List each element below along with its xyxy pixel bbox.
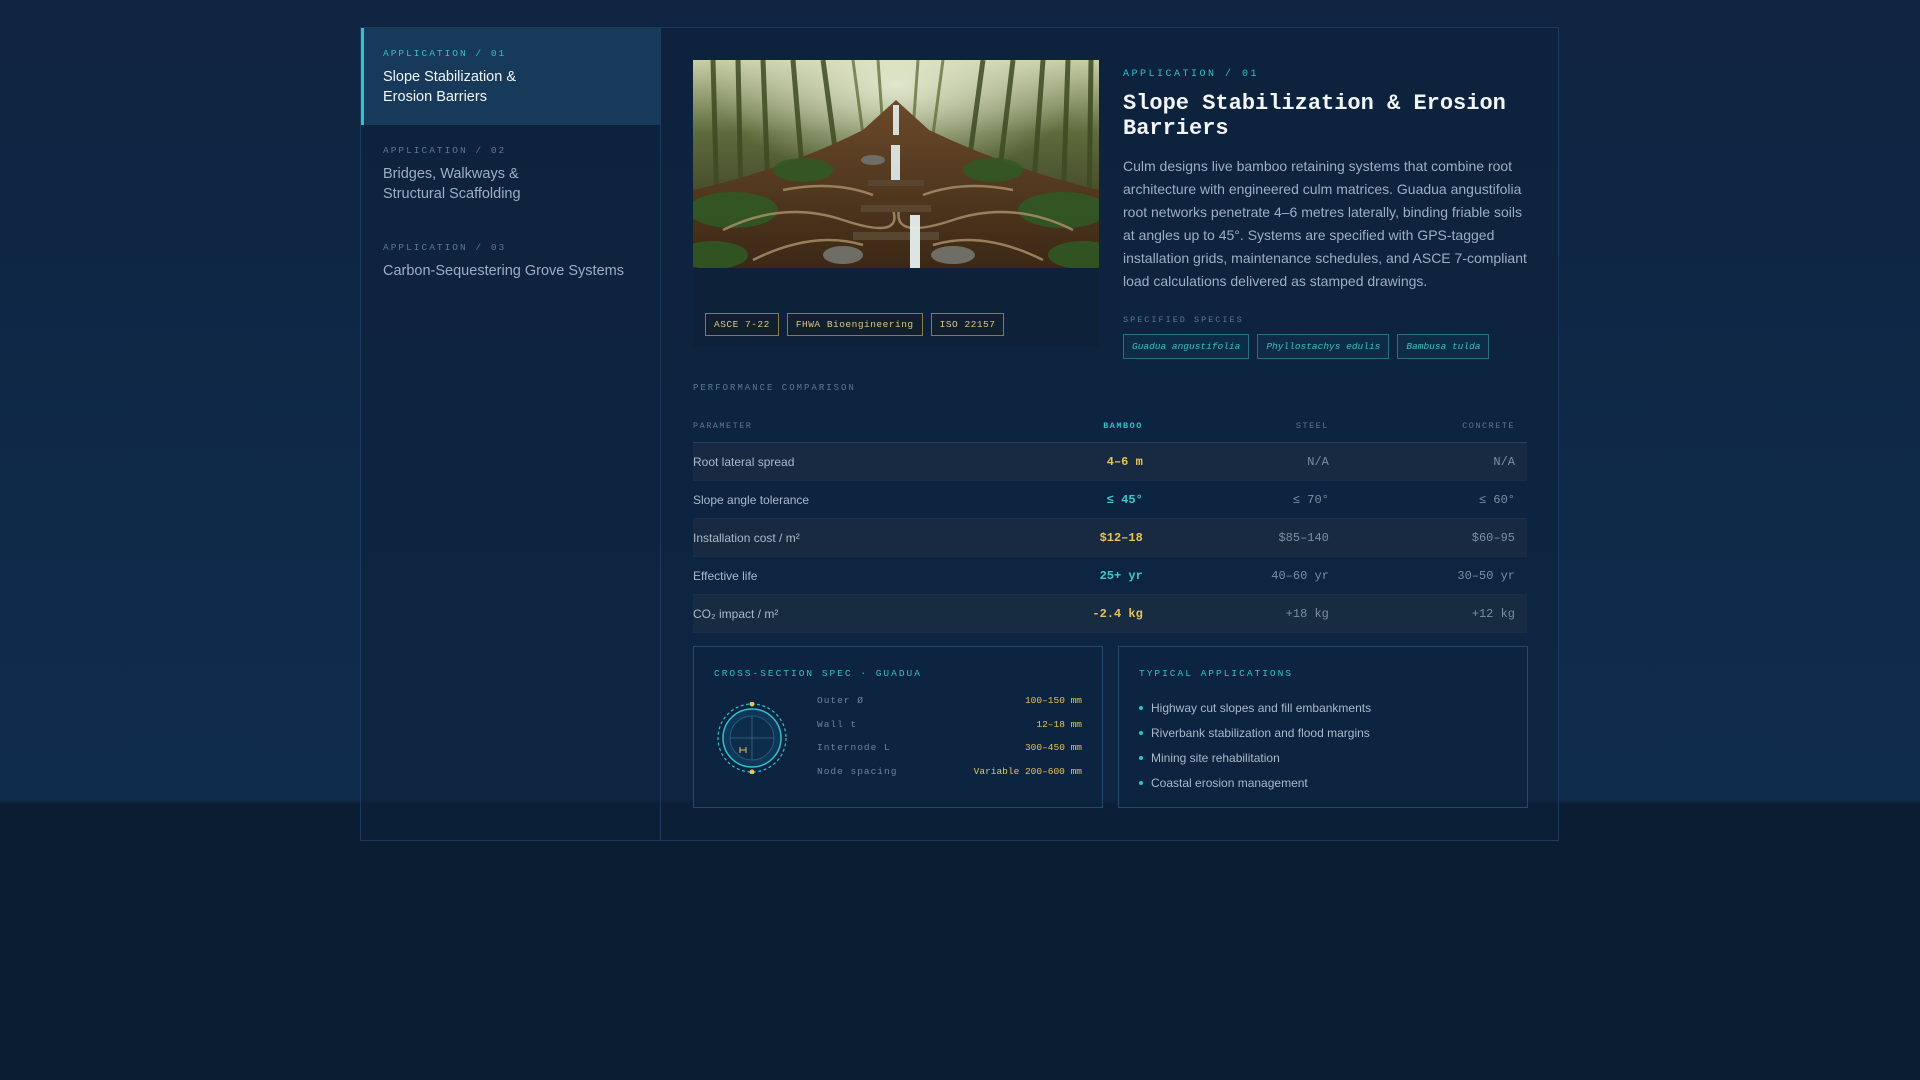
standards-tags: ASCE 7-22 FHWA Bioengineering ISO 22157 xyxy=(705,313,1005,336)
table-row: Installation cost / m² $12–18 $85–140 $6… xyxy=(693,518,1527,557)
sidebar-item-title-line: Bridges, Walkways & xyxy=(383,166,519,182)
application-detail-main: ASCE 7-22 FHWA Bioengineering ISO 22157 … xyxy=(661,28,1558,840)
application-kicker: APPLICATION / 01 xyxy=(1123,69,1260,80)
spec-row: Outer Ø 100–150 mm xyxy=(817,695,1082,719)
parameter-cell: CO₂ impact / m² xyxy=(693,594,986,633)
sidebar-item-title: Slope Stabilization & Erosion Barriers xyxy=(383,67,638,107)
spec-value: 12–18 mm xyxy=(1036,718,1082,730)
hero-card: ASCE 7-22 FHWA Bioengineering ISO 22157 xyxy=(693,60,1099,347)
table-row: Slope angle tolerance ≤ 45° ≤ 70° ≤ 60° xyxy=(693,480,1527,519)
parameter-cell: Slope angle tolerance xyxy=(693,480,986,519)
bullet-icon xyxy=(1139,780,1143,785)
spec-value: 300–450 mm xyxy=(1024,742,1082,753)
sidebar-item-title-line: Structural Scaffolding xyxy=(383,186,521,202)
concrete-cell: $60–95 xyxy=(1340,518,1527,557)
column-header: BAMBOO xyxy=(985,410,1155,443)
list-item: Riverbank stabilization and flood margin… xyxy=(1139,720,1371,745)
cross-section-card: CROSS-SECTION SPEC · GUADUA Outer Ø 100–… xyxy=(693,646,1103,808)
table-row: Root lateral spread 4–6 m N/A N/A xyxy=(693,442,1527,481)
sidebar-item-label: APPLICATION / 02 xyxy=(383,145,507,156)
list-item-text: Mining site rehabilitation xyxy=(1151,750,1280,765)
parameter-cell: Root lateral spread xyxy=(693,442,986,481)
parameter-cell: Installation cost / m² xyxy=(693,518,986,557)
performance-label: PERFORMANCE COMPARISON xyxy=(693,383,856,393)
table-header-row: PARAMETER BAMBOO STEEL CONCRETE xyxy=(693,410,1527,443)
steel-cell: ≤ 70° xyxy=(1154,480,1341,519)
steel-cell: $85–140 xyxy=(1154,518,1341,557)
spec-key: Internode L xyxy=(817,742,891,753)
spec-key: Wall t xyxy=(817,718,858,730)
typical-applications-title: TYPICAL APPLICATIONS xyxy=(1139,668,1294,679)
steel-cell: 40–60 yr xyxy=(1154,556,1341,595)
list-item-text: Riverbank stabilization and flood margin… xyxy=(1151,725,1370,740)
bullet-icon xyxy=(1139,755,1143,760)
performance-table: PARAMETER BAMBOO STEEL CONCRETE Root lat… xyxy=(693,410,1527,633)
concrete-cell: +12 kg xyxy=(1340,594,1527,633)
list-item-text: Highway cut slopes and fill embankments xyxy=(1151,700,1372,715)
bullet-icon xyxy=(1139,705,1143,710)
steel-cell: N/A xyxy=(1154,442,1341,481)
application-description: Culm designs live bamboo retaining syste… xyxy=(1123,158,1527,289)
sidebar-item-label: APPLICATION / 01 xyxy=(383,48,507,59)
cross-section-specs: Outer Ø 100–150 mm Wall t 12–18 mm Inter… xyxy=(817,695,1082,789)
sidebar-item-title: Bridges, Walkways & Structural Scaffoldi… xyxy=(383,164,638,204)
bullet-icon xyxy=(1139,730,1143,735)
bamboo-cell: 4–6 m xyxy=(985,442,1155,481)
sidebar-item-carbon-groves[interactable]: APPLICATION / 03 Carbon-Sequestering Gro… xyxy=(361,222,660,299)
bamboo-cell: ≤ 45° xyxy=(985,480,1155,519)
bamboo-cell: -2.4 kg xyxy=(985,594,1155,633)
steel-cell: +18 kg xyxy=(1154,594,1341,633)
table-row: Effective life 25+ yr 40–60 yr 30–50 yr xyxy=(693,556,1527,595)
standard-tag: ISO 22157 xyxy=(930,313,1005,336)
concrete-cell: N/A xyxy=(1340,442,1527,481)
culm-cross-section-icon xyxy=(717,702,787,774)
column-header: CONCRETE xyxy=(1340,410,1527,443)
concrete-cell: ≤ 60° xyxy=(1340,480,1527,519)
standard-tag: ASCE 7-22 xyxy=(705,313,779,336)
species-tag: Guadua angustifolia xyxy=(1123,334,1250,359)
list-item-text: Coastal erosion management xyxy=(1151,775,1308,790)
column-header: STEEL xyxy=(1154,410,1341,443)
bamboo-cell: $12–18 xyxy=(985,518,1155,557)
typical-applications-list: Highway cut slopes and fill embankments … xyxy=(1139,695,1371,795)
spec-key: Outer Ø xyxy=(817,695,864,706)
spec-key: Node spacing xyxy=(817,765,898,777)
species-tag: Phyllostachys edulis xyxy=(1257,334,1390,359)
application-sidebar: APPLICATION / 01 Slope Stabilization & E… xyxy=(361,28,661,840)
sidebar-item-slope-stabilization[interactable]: APPLICATION / 01 Slope Stabilization & E… xyxy=(361,28,660,125)
forest-slope-waterfall-image xyxy=(693,60,1099,268)
spec-row: Node spacing Variable 200–600 mm xyxy=(817,766,1082,790)
spec-row: Internode L 300–450 mm xyxy=(817,742,1082,766)
typical-applications-card: TYPICAL APPLICATIONS Highway cut slopes … xyxy=(1118,646,1528,808)
spec-row: Wall t 12–18 mm xyxy=(817,719,1082,743)
sidebar-item-title-line: Erosion Barriers xyxy=(383,89,487,105)
sidebar-item-label: APPLICATION / 03 xyxy=(383,242,507,253)
sidebar-item-bridges-walkways[interactable]: APPLICATION / 02 Bridges, Walkways & Str… xyxy=(361,125,660,222)
cross-section-title: CROSS-SECTION SPEC · GUADUA xyxy=(714,668,922,679)
standard-tag: FHWA Bioengineering xyxy=(786,313,923,336)
list-item: Coastal erosion management xyxy=(1139,770,1371,795)
list-item: Mining site rehabilitation xyxy=(1139,745,1371,770)
concrete-cell: 30–50 yr xyxy=(1340,556,1527,595)
column-header: PARAMETER xyxy=(693,410,986,443)
applications-panel: APPLICATION / 01 Slope Stabilization & E… xyxy=(360,27,1559,841)
sidebar-item-title-line: Slope Stabilization & xyxy=(383,69,516,85)
sidebar-item-title: Carbon-Sequestering Grove Systems xyxy=(383,261,638,281)
parameter-cell: Effective life xyxy=(693,556,986,595)
species-label: SPECIFIED SPECIES xyxy=(1123,315,1244,325)
application-detail: APPLICATION / 01 Slope Stabilization & E… xyxy=(1123,60,1529,359)
sidebar-item-title-line: Carbon-Sequestering Grove Systems xyxy=(383,263,624,279)
spec-value: 100–150 mm xyxy=(1024,695,1082,706)
species-tags: Guadua angustifolia Phyllostachys edulis… xyxy=(1123,334,1529,359)
application-title: Slope Stabilization & Erosion Barriers xyxy=(1123,91,1506,141)
bamboo-cell: 25+ yr xyxy=(985,556,1155,595)
table-row: CO₂ impact / m² -2.4 kg +18 kg +12 kg xyxy=(693,594,1527,633)
species-tag: Bambusa tulda xyxy=(1397,334,1490,359)
spec-value: Variable 200–600 mm xyxy=(973,765,1082,777)
list-item: Highway cut slopes and fill embankments xyxy=(1139,695,1371,720)
